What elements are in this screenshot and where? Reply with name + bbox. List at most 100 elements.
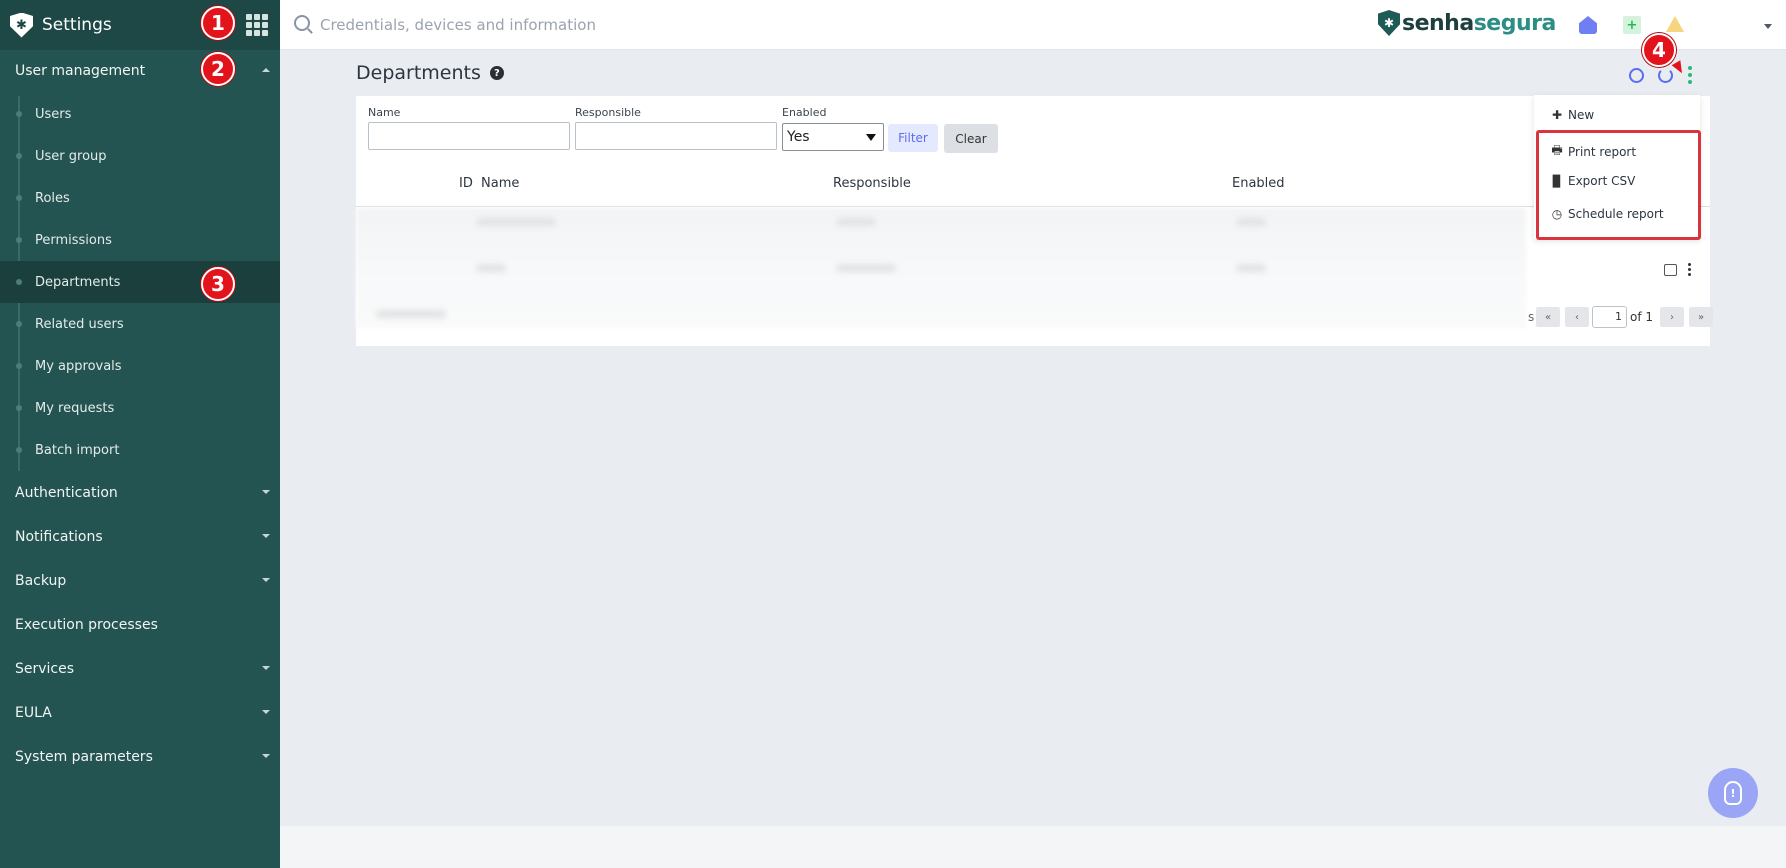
enabled-filter-select[interactable]: Yes bbox=[782, 123, 884, 151]
menu-item-new[interactable]: ✚ New bbox=[1551, 108, 1594, 122]
warning-icon[interactable] bbox=[1666, 16, 1684, 32]
sidebar-section-notifications[interactable]: Notifications bbox=[0, 517, 280, 557]
annotation-pointer bbox=[1671, 60, 1687, 76]
chevron-down-icon bbox=[262, 666, 270, 670]
sidebar-section-label: EULA bbox=[15, 705, 52, 721]
clear-button[interactable]: Clear bbox=[944, 124, 998, 153]
sidebar-item-label: My requests bbox=[35, 400, 115, 416]
sidebar-section-label: Authentication bbox=[15, 485, 118, 501]
column-header-enabled[interactable]: Enabled bbox=[1232, 176, 1285, 191]
bullet-icon bbox=[16, 111, 22, 117]
annotation-marker-1: 1 bbox=[201, 6, 235, 40]
help-fab-button[interactable]: ! bbox=[1708, 768, 1758, 818]
brand-name-part1: senha bbox=[1402, 10, 1474, 36]
sidebar-section-label: Services bbox=[15, 661, 75, 677]
chevron-down-icon bbox=[262, 578, 270, 582]
pagination-summary: s bbox=[1528, 310, 1535, 324]
bullet-icon bbox=[16, 405, 22, 411]
sidebar-item-related-users[interactable]: Related users bbox=[0, 303, 280, 345]
departments-panel: Name Responsible Enabled Yes Filter Clea… bbox=[356, 96, 1713, 346]
page-number-input[interactable]: 1 bbox=[1592, 306, 1627, 328]
sidebar-section-label: Notifications bbox=[15, 529, 103, 545]
sidebar-item-label: My approvals bbox=[35, 358, 122, 374]
user-menu-chevron-down-icon[interactable] bbox=[1764, 24, 1772, 29]
filter-button[interactable]: Filter bbox=[888, 124, 938, 152]
chevron-down-icon bbox=[262, 754, 270, 758]
annotation-marker-3: 3 bbox=[201, 267, 235, 301]
sidebar-section-backup[interactable]: Backup bbox=[0, 561, 280, 601]
column-header-name[interactable]: Name bbox=[481, 176, 519, 191]
bullet-icon bbox=[16, 153, 22, 159]
responsible-filter-label: Responsible bbox=[575, 106, 641, 119]
bullet-icon bbox=[16, 447, 22, 453]
new-document-icon[interactable]: + bbox=[1623, 16, 1641, 34]
previous-page-button[interactable]: ‹ bbox=[1565, 307, 1589, 327]
search-icon bbox=[294, 15, 310, 31]
refresh-icon[interactable] bbox=[1658, 68, 1673, 83]
sidebar-item-label: Departments bbox=[35, 274, 121, 290]
responsible-filter-input[interactable] bbox=[575, 122, 777, 150]
help-icon[interactable]: ? bbox=[489, 66, 504, 80]
last-page-button[interactable]: » bbox=[1689, 307, 1713, 327]
sidebar-section-eula[interactable]: EULA bbox=[0, 693, 280, 733]
sidebar-item-label: Roles bbox=[35, 190, 70, 206]
sidebar-item-label: Permissions bbox=[35, 232, 112, 248]
chevron-down-icon bbox=[262, 490, 270, 494]
sidebar-section-user-management[interactable]: User management bbox=[0, 51, 280, 91]
sidebar-item-my-approvals[interactable]: My approvals bbox=[0, 345, 280, 387]
select-arrow-icon bbox=[866, 134, 876, 141]
sidebar-section-authentication[interactable]: Authentication bbox=[0, 473, 280, 513]
page-count-label: of 1 bbox=[1630, 310, 1654, 324]
bullet-icon bbox=[16, 195, 22, 201]
sidebar-header: ✱ Settings bbox=[0, 0, 280, 50]
sidebar-item-my-requests[interactable]: My requests bbox=[0, 387, 280, 429]
enabled-filter-value: Yes bbox=[787, 129, 810, 145]
sidebar-section-label: System parameters bbox=[15, 749, 153, 765]
home-icon[interactable] bbox=[1579, 16, 1597, 34]
first-page-button[interactable]: « bbox=[1536, 307, 1560, 327]
sidebar-section-execution-processes[interactable]: Execution processes bbox=[0, 605, 280, 645]
blurred-cell bbox=[1236, 264, 1266, 272]
next-page-button[interactable]: › bbox=[1660, 307, 1684, 327]
sidebar-section-system-parameters[interactable]: System parameters bbox=[0, 737, 280, 777]
brand-logo[interactable]: ✱ senha segura bbox=[1378, 10, 1556, 36]
sidebar-item-roles[interactable]: Roles bbox=[0, 177, 280, 219]
chevron-down-icon bbox=[262, 534, 270, 538]
sidebar-item-batch-import[interactable]: Batch import bbox=[0, 429, 280, 471]
sidebar-item-departments[interactable]: Departments bbox=[0, 261, 280, 303]
apps-grid-icon[interactable] bbox=[246, 14, 268, 36]
bullet-icon bbox=[16, 321, 22, 327]
sidebar-item-label: Related users bbox=[35, 316, 124, 332]
sidebar-item-permissions[interactable]: Permissions bbox=[0, 219, 280, 261]
bullet-icon bbox=[16, 363, 22, 369]
sidebar-item-user-group[interactable]: User group bbox=[0, 135, 280, 177]
menu-item-label: New bbox=[1568, 108, 1595, 122]
lightbulb-icon: ! bbox=[1724, 781, 1742, 805]
blurred-cell bbox=[476, 218, 556, 226]
page-title: Departments ? bbox=[356, 62, 504, 84]
global-search-input[interactable] bbox=[320, 12, 820, 38]
annotation-highlight-box bbox=[1536, 130, 1701, 240]
sidebar-item-users[interactable]: Users bbox=[0, 93, 280, 135]
name-filter-input[interactable] bbox=[368, 122, 570, 150]
sidebar-item-label: User group bbox=[35, 148, 107, 164]
blurred-cell bbox=[836, 218, 876, 226]
annotation-marker-4: 4 bbox=[1642, 33, 1676, 67]
table-header-divider bbox=[356, 206, 1710, 207]
more-options-kebab-icon[interactable] bbox=[1688, 66, 1692, 84]
blurred-cell bbox=[476, 264, 506, 272]
column-header-id[interactable]: ID bbox=[459, 176, 473, 191]
brand-name-part2: segura bbox=[1473, 10, 1557, 36]
sidebar-section-label: Execution processes bbox=[15, 617, 158, 633]
toggle-search-icon[interactable] bbox=[1629, 68, 1644, 83]
blurred-cell bbox=[1236, 218, 1266, 226]
plus-icon: ✚ bbox=[1551, 108, 1563, 122]
bullet-icon bbox=[16, 279, 22, 285]
blurred-cell bbox=[376, 310, 446, 318]
sidebar-section-services[interactable]: Services bbox=[0, 649, 280, 689]
sidebar-section-label: User management bbox=[15, 63, 146, 79]
column-header-responsible[interactable]: Responsible bbox=[833, 176, 911, 191]
footer-area bbox=[280, 826, 1786, 868]
row-options-kebab-icon[interactable] bbox=[1688, 263, 1691, 276]
edit-icon[interactable] bbox=[1664, 264, 1677, 276]
